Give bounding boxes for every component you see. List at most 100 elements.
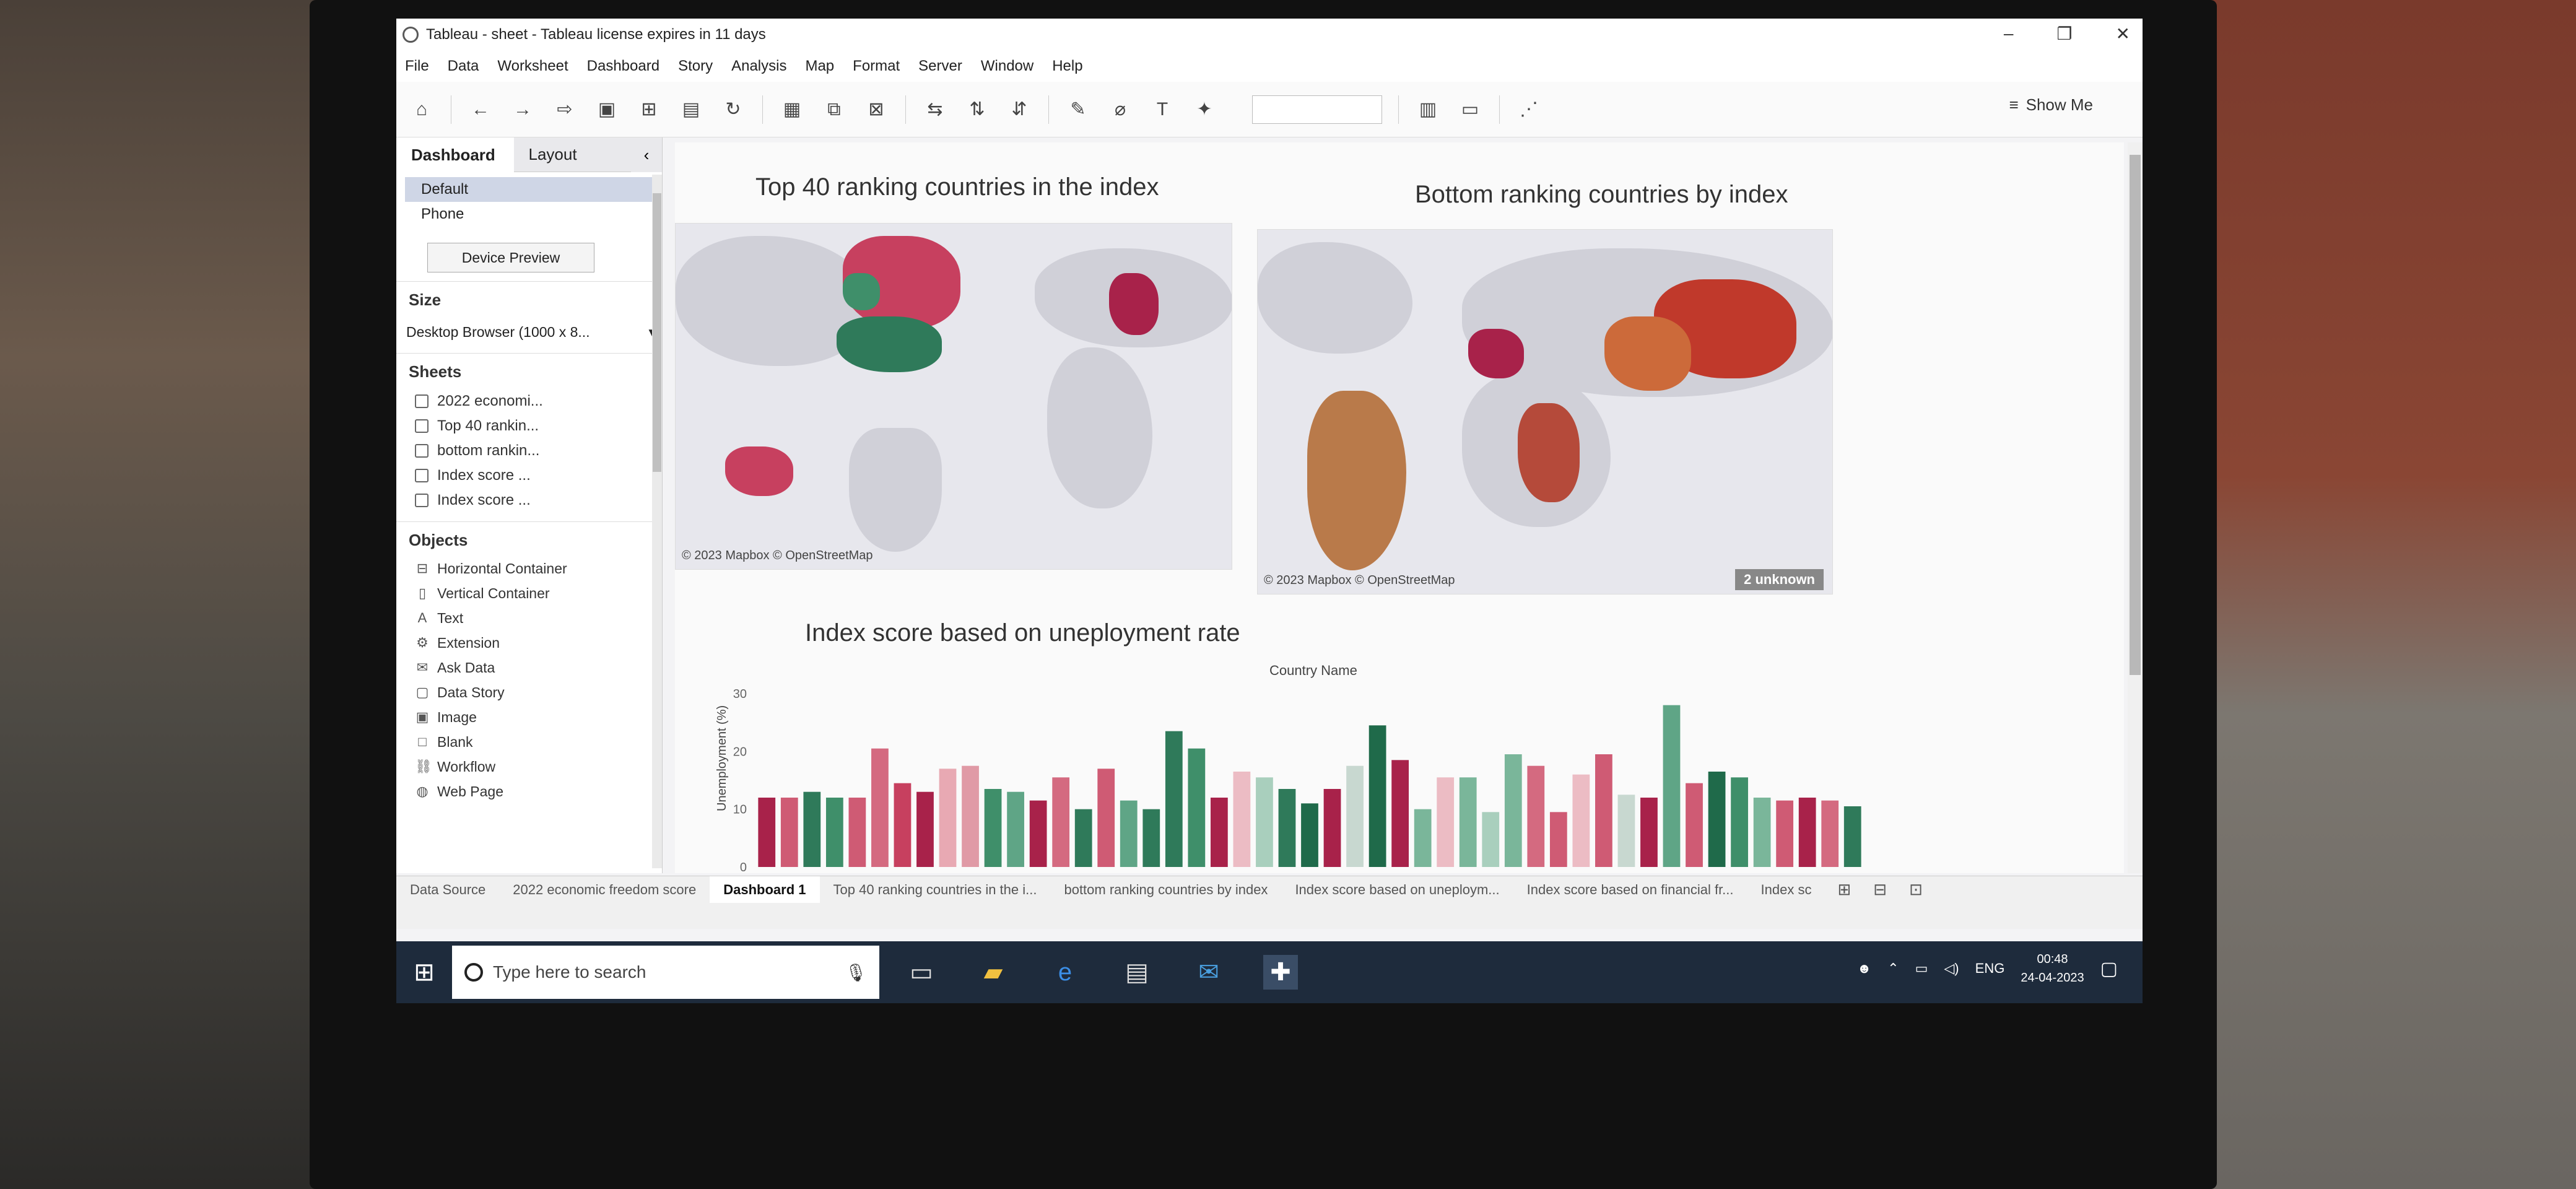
mail-icon[interactable]: ✉ — [1191, 955, 1226, 990]
map-top40[interactable]: © 2023 Mapbox © OpenStreetMap — [675, 223, 1232, 570]
bar[interactable] — [1007, 791, 1024, 867]
home-icon[interactable]: ⌂ — [409, 97, 435, 123]
menu-analysis[interactable]: Analysis — [731, 58, 786, 75]
highlight-icon[interactable]: ✎ — [1065, 97, 1091, 123]
tab-index-financial[interactable]: Index score based on financial fr... — [1513, 882, 1747, 898]
menu-server[interactable]: Server — [918, 58, 962, 75]
bar[interactable] — [1843, 806, 1861, 867]
bar[interactable] — [1256, 777, 1273, 867]
bar[interactable] — [780, 798, 798, 867]
dashboard-scroll-thumb[interactable] — [2130, 155, 2141, 675]
bar[interactable] — [758, 798, 776, 867]
bar[interactable] — [1391, 760, 1409, 867]
swap-icon[interactable]: ⇆ — [922, 97, 948, 123]
tab-dashboard-1[interactable]: Dashboard 1 — [710, 876, 820, 904]
unknown-badge[interactable]: 2 unknown — [1735, 569, 1824, 590]
object-text[interactable]: A Text — [396, 606, 662, 630]
bar[interactable] — [1097, 769, 1115, 867]
bar[interactable] — [1437, 777, 1455, 867]
object-ask-data[interactable]: ✉ Ask Data — [396, 655, 662, 680]
sheet-item[interactable]: 2022 economi... — [396, 389, 662, 414]
bar[interactable] — [1776, 800, 1794, 867]
new-worksheet-tab-icon[interactable]: ⊞ — [1837, 880, 1851, 899]
bar[interactable] — [939, 769, 957, 867]
bar[interactable] — [1233, 772, 1251, 867]
bar[interactable] — [1188, 748, 1206, 867]
bar[interactable] — [1482, 812, 1500, 867]
size-dropdown[interactable]: Desktop Browser (1000 x 8... ▾ — [406, 320, 656, 344]
volume-icon[interactable]: ◁) — [1944, 960, 1959, 977]
bar[interactable] — [848, 798, 866, 867]
object-extension[interactable]: ⚙ Extension — [396, 630, 662, 655]
labels-icon[interactable]: T — [1149, 97, 1175, 123]
tab-layout[interactable]: Layout — [513, 137, 631, 172]
undo-icon[interactable]: ← — [468, 97, 494, 123]
sheet-item[interactable]: Top 40 rankin... — [396, 414, 662, 438]
object-workflow[interactable]: ⛓ Workflow — [396, 754, 662, 779]
presentation-mode-icon[interactable]: ▭ — [1457, 97, 1483, 123]
file-explorer-icon[interactable]: ▰ — [976, 955, 1011, 990]
clear-sheet-icon[interactable]: ⊠ — [863, 97, 889, 123]
bar[interactable] — [1346, 765, 1364, 867]
collapse-pane-icon[interactable]: ‹ — [631, 137, 662, 172]
bar[interactable] — [1753, 798, 1771, 867]
pause-updates-icon[interactable]: ▤ — [678, 97, 704, 123]
object-blank[interactable]: □ Blank — [396, 730, 662, 754]
bar[interactable] — [1210, 798, 1228, 867]
show-me-button[interactable]: ≡ Show Me — [2009, 95, 2093, 115]
bar[interactable] — [1527, 765, 1545, 867]
bar[interactable] — [1323, 789, 1341, 867]
notifications-icon[interactable]: ▢ — [2100, 958, 2118, 980]
menu-window[interactable]: Window — [981, 58, 1033, 75]
pin-icon[interactable]: ✦ — [1191, 97, 1217, 123]
device-preview-button[interactable]: Device Preview — [427, 243, 594, 272]
microphone-icon[interactable]: 🎙 — [845, 962, 867, 983]
bar[interactable] — [1301, 803, 1318, 867]
bar[interactable] — [1798, 798, 1816, 867]
tab-bottom-ranking[interactable]: bottom ranking countries by index — [1050, 882, 1281, 898]
menu-dashboard[interactable]: Dashboard — [587, 58, 659, 75]
restore-icon[interactable]: ❐ — [2056, 24, 2072, 44]
share-icon[interactable]: ⋰ — [1516, 97, 1542, 123]
bar[interactable] — [1052, 777, 1070, 867]
bar[interactable] — [1278, 789, 1296, 867]
new-dashboard-tab-icon[interactable]: ⊟ — [1873, 880, 1887, 899]
store-icon[interactable]: ▤ — [1120, 955, 1154, 990]
menu-data[interactable]: Data — [448, 58, 479, 75]
unemployment-bar-chart[interactable]: Unemployment (%) 0 10 20 30 — [712, 687, 1870, 873]
device-default[interactable]: Default — [405, 177, 653, 202]
bar[interactable] — [1459, 777, 1477, 867]
taskbar-search-box[interactable]: Type here to search 🎙 — [452, 946, 879, 999]
menu-worksheet[interactable]: Worksheet — [497, 58, 568, 75]
bar[interactable] — [1572, 774, 1590, 867]
bar[interactable] — [1821, 800, 1839, 867]
bar[interactable] — [1663, 705, 1681, 867]
tab-dashboard[interactable]: Dashboard — [396, 137, 514, 172]
left-pane-scroll-thumb[interactable] — [653, 193, 661, 472]
object-data-story[interactable]: ▢ Data Story — [396, 680, 662, 705]
bar[interactable] — [916, 791, 934, 867]
tableau-taskbar-icon[interactable]: ✚ — [1263, 955, 1298, 990]
bar[interactable] — [1617, 795, 1635, 867]
minimize-icon[interactable]: – — [2004, 24, 2014, 44]
replay-icon[interactable]: ⇨ — [552, 97, 578, 123]
bar[interactable] — [1142, 809, 1160, 867]
menu-format[interactable]: Format — [853, 58, 900, 75]
bar[interactable] — [1731, 777, 1748, 867]
object-web-page[interactable]: ◍ Web Page — [396, 779, 662, 804]
bar[interactable] — [962, 765, 979, 867]
tab-top40[interactable]: Top 40 ranking countries in the i... — [820, 882, 1051, 898]
bar[interactable] — [825, 798, 843, 867]
close-icon[interactable]: ✕ — [2116, 24, 2130, 44]
bar[interactable] — [1074, 809, 1092, 867]
new-worksheet-icon[interactable]: ▦ — [779, 97, 805, 123]
tab-data-source[interactable]: Data Source — [396, 882, 499, 898]
bar[interactable] — [1368, 725, 1386, 867]
tab-index-sc[interactable]: Index sc — [1747, 882, 1825, 898]
refresh-icon[interactable]: ↻ — [720, 97, 746, 123]
bar[interactable] — [894, 783, 912, 867]
sheet-item[interactable]: Index score ... — [396, 488, 662, 513]
tab-2022-economic[interactable]: 2022 economic freedom score — [499, 882, 710, 898]
sort-ascending-icon[interactable]: ⇅ — [964, 97, 990, 123]
bar[interactable] — [1595, 754, 1612, 867]
